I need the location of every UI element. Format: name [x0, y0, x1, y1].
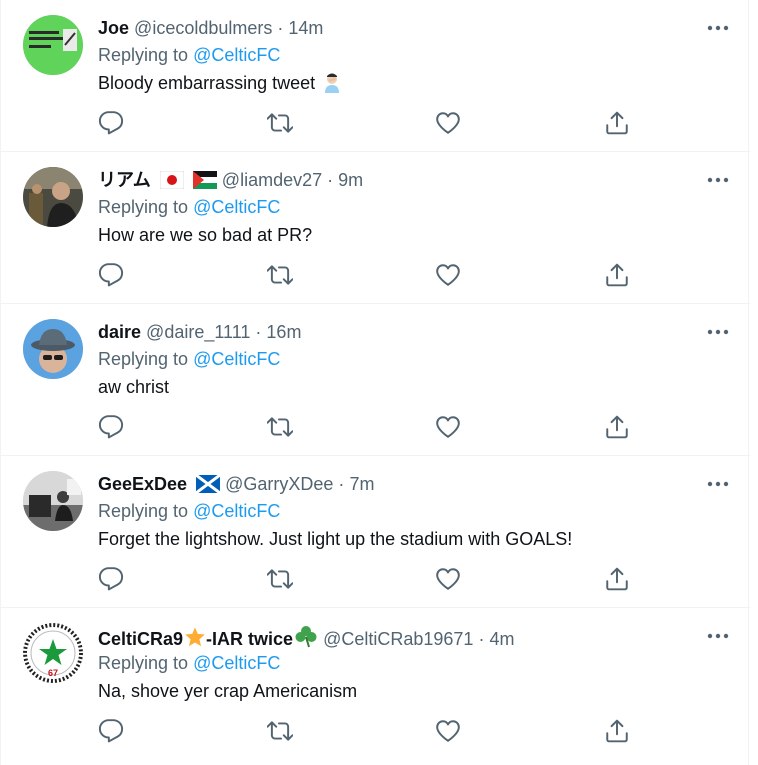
- separator: ·: [478, 629, 485, 649]
- timestamp[interactable]: 9m: [338, 170, 363, 190]
- avatar[interactable]: [23, 319, 83, 379]
- avatar[interactable]: [23, 167, 83, 227]
- timestamp[interactable]: 7m: [349, 474, 374, 494]
- reply-icon[interactable]: [98, 566, 124, 592]
- reply-icon[interactable]: [98, 718, 124, 744]
- scotland-flag-icon: [195, 473, 221, 499]
- avatar[interactable]: 67: [23, 623, 83, 683]
- tweet-text: Na, shove yer crap Americanism: [98, 681, 358, 701]
- more-options-icon[interactable]: [705, 18, 731, 38]
- star-icon: [184, 626, 206, 654]
- tweet-text: aw christ: [98, 377, 170, 397]
- tweet-text: Forget the lightshow. Just light up the …: [98, 529, 573, 549]
- tweet-text-content: Bloody embarrassing tweet: [98, 73, 316, 93]
- retweet-icon[interactable]: [267, 110, 293, 136]
- tweet-text: How are we so bad at PR?: [98, 225, 313, 245]
- user-handle[interactable]: @GarryXDee: [225, 474, 333, 494]
- share-icon[interactable]: [604, 414, 630, 440]
- replying-to: Replying to @CelticFC: [98, 43, 280, 67]
- user-handle[interactable]: @CeltiCRab19671: [323, 629, 473, 649]
- user-handle[interactable]: @icecoldbulmers: [134, 18, 272, 38]
- user-handle[interactable]: @liamdev27: [222, 170, 322, 190]
- reply-feed: Joe @icecoldbulmers · 14m Replying to @C…: [0, 0, 750, 765]
- separator: ·: [338, 474, 345, 494]
- replying-to: Replying to @CelticFC: [98, 651, 280, 675]
- retweet-icon[interactable]: [267, 718, 293, 744]
- replying-to: Replying to @CelticFC: [98, 195, 280, 219]
- mention-link[interactable]: @CelticFC: [193, 349, 280, 369]
- tweet[interactable]: daire @daire_1111 · 16m Replying to @Cel…: [1, 304, 750, 456]
- palestine-flag-icon: [192, 171, 217, 195]
- display-name[interactable]: リアム: [98, 170, 151, 190]
- tweet-text: Bloody embarrassing tweet: [98, 71, 343, 99]
- reply-icon[interactable]: [98, 110, 124, 136]
- display-name[interactable]: GeeExDee: [98, 474, 187, 494]
- separator: ·: [277, 18, 284, 38]
- replying-to-label: Replying to: [98, 349, 189, 369]
- like-icon[interactable]: [435, 566, 461, 592]
- separator: ·: [327, 170, 334, 190]
- japan-flag-icon: [159, 170, 185, 195]
- more-options-icon[interactable]: [705, 626, 731, 646]
- retweet-icon[interactable]: [267, 566, 293, 592]
- reply-icon[interactable]: [98, 262, 124, 288]
- retweet-icon[interactable]: [267, 414, 293, 440]
- separator: ·: [255, 322, 262, 342]
- replying-to-label: Replying to: [98, 45, 189, 65]
- tweet[interactable]: GeeExDee @GarryXDee · 7m Replying to @Ce…: [1, 456, 750, 608]
- tweet[interactable]: Joe @icecoldbulmers · 14m Replying to @C…: [1, 0, 750, 152]
- more-options-icon[interactable]: [705, 170, 731, 190]
- like-icon[interactable]: [435, 262, 461, 288]
- replying-to-label: Replying to: [98, 501, 189, 521]
- mention-link[interactable]: @CelticFC: [193, 45, 280, 65]
- like-icon[interactable]: [435, 718, 461, 744]
- share-icon[interactable]: [604, 262, 630, 288]
- like-icon[interactable]: [435, 414, 461, 440]
- avatar-badge-text: 67: [48, 668, 58, 678]
- more-options-icon[interactable]: [705, 474, 731, 494]
- tweet[interactable]: リアム @liamdev27 · 9m Replying to @CelticF…: [1, 152, 750, 304]
- mention-link[interactable]: @CelticFC: [193, 197, 280, 217]
- replying-to: Replying to @CelticFC: [98, 347, 280, 371]
- display-name[interactable]: CeltiCRa9: [98, 629, 183, 649]
- timestamp[interactable]: 14m: [288, 18, 323, 38]
- share-icon[interactable]: [604, 566, 630, 592]
- share-icon[interactable]: [604, 110, 630, 136]
- shamrock-icon: [294, 624, 318, 654]
- tweet[interactable]: 67 CeltiCRa9 -IAR twice @CeltiCRab19671 …: [1, 608, 750, 765]
- replying-to-label: Replying to: [98, 653, 189, 673]
- replying-to: Replying to @CelticFC: [98, 499, 280, 523]
- person-facepalming-icon: [321, 71, 343, 99]
- avatar[interactable]: [23, 471, 83, 531]
- replying-to-label: Replying to: [98, 197, 189, 217]
- more-options-icon[interactable]: [705, 322, 731, 342]
- timestamp[interactable]: 4m: [489, 629, 514, 649]
- timestamp[interactable]: 16m: [266, 322, 301, 342]
- like-icon[interactable]: [435, 110, 461, 136]
- display-name-suffix[interactable]: -IAR twice: [206, 629, 293, 649]
- display-name[interactable]: daire: [98, 322, 141, 342]
- reply-icon[interactable]: [98, 414, 124, 440]
- mention-link[interactable]: @CelticFC: [193, 653, 280, 673]
- avatar[interactable]: [23, 15, 83, 75]
- mention-link[interactable]: @CelticFC: [193, 501, 280, 521]
- share-icon[interactable]: [604, 718, 630, 744]
- display-name[interactable]: Joe: [98, 18, 129, 38]
- user-handle[interactable]: @daire_1111: [146, 322, 250, 342]
- retweet-icon[interactable]: [267, 262, 293, 288]
